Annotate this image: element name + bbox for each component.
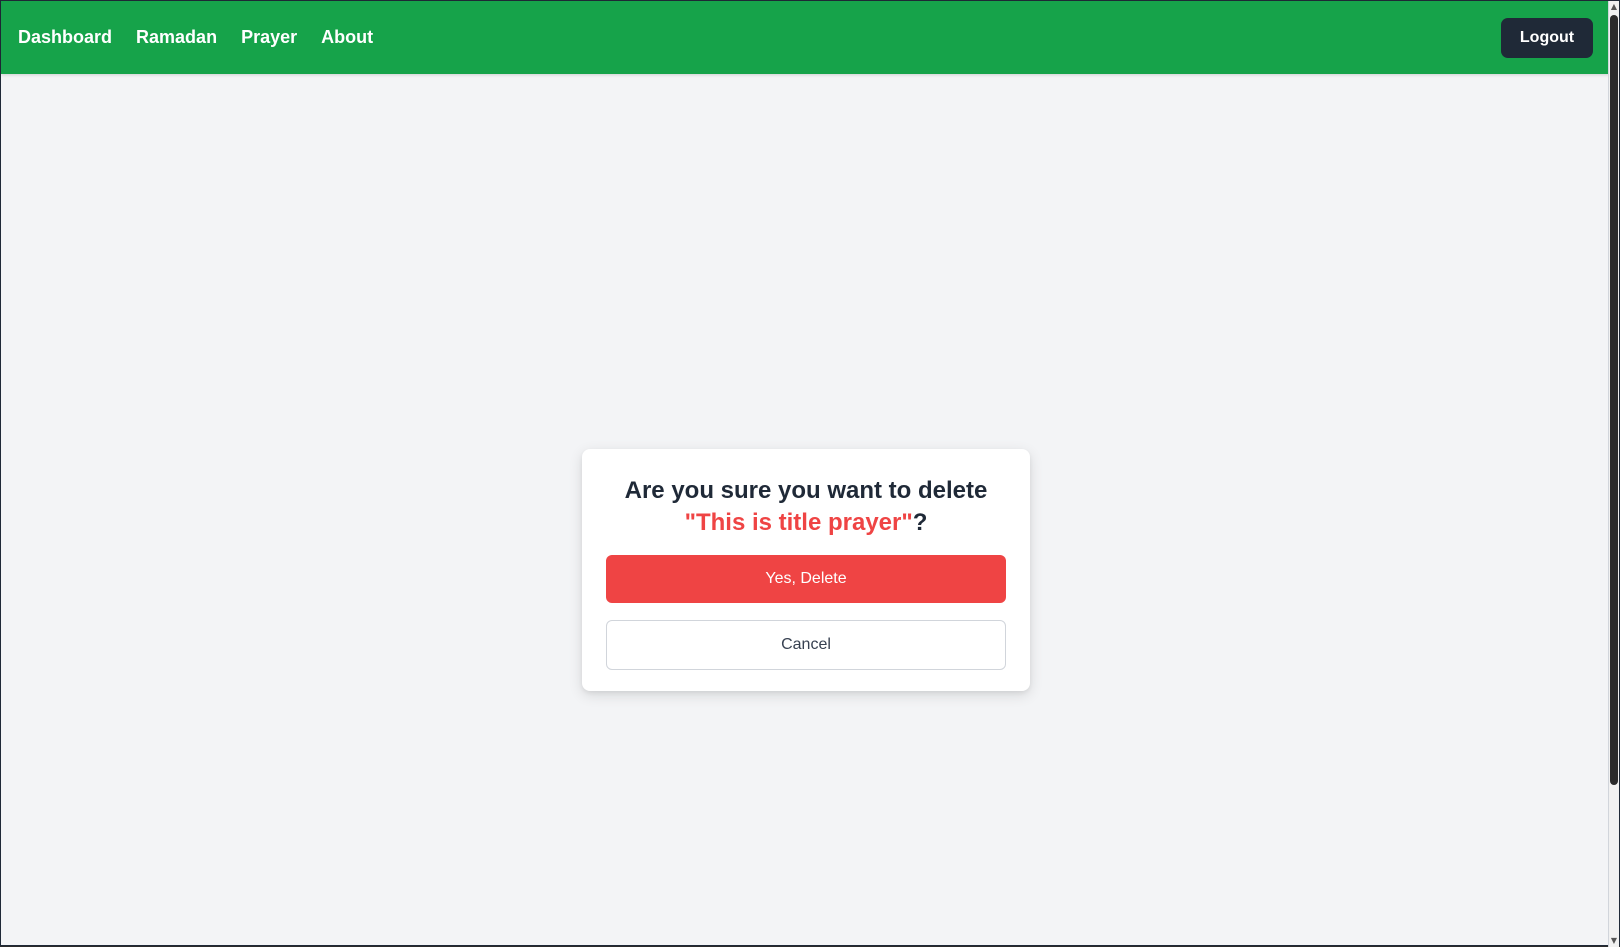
- top-navbar: Dashboard Ramadan Prayer About Logout: [1, 1, 1610, 74]
- scroll-thumb[interactable]: [1610, 15, 1618, 785]
- confirm-delete-button[interactable]: Yes, Delete: [606, 555, 1006, 603]
- scroll-down-arrow-icon[interactable]: ▼: [1609, 935, 1619, 947]
- cancel-button[interactable]: Cancel: [606, 620, 1006, 670]
- app-window: Dashboard Ramadan Prayer About Logout Ar…: [0, 0, 1620, 947]
- logout-button[interactable]: Logout: [1501, 17, 1593, 58]
- delete-confirmation-modal: Are you sure you want to delete "This is…: [582, 449, 1030, 691]
- modal-question: Are you sure you want to delete: [624, 477, 988, 504]
- item-name: "This is title prayer": [684, 509, 913, 536]
- nav-link-prayer[interactable]: Prayer: [241, 27, 297, 48]
- modal-title: Are you sure you want to delete "This is…: [606, 475, 1006, 539]
- nav-link-dashboard[interactable]: Dashboard: [18, 27, 112, 48]
- question-mark: ?: [912, 509, 928, 536]
- nav-link-about[interactable]: About: [321, 27, 373, 48]
- nav-links: Dashboard Ramadan Prayer About: [18, 27, 373, 48]
- scroll-up-arrow-icon[interactable]: ▲: [1609, 1, 1619, 13]
- vertical-scrollbar[interactable]: ▲ ▼: [1608, 1, 1619, 947]
- nav-link-ramadan[interactable]: Ramadan: [136, 27, 217, 48]
